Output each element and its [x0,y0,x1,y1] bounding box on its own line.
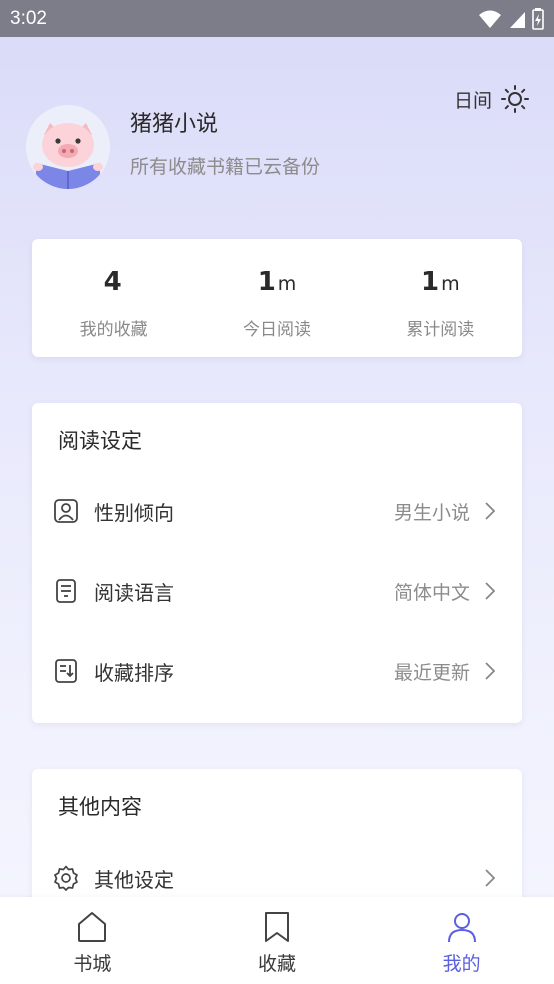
reading-settings-card: 阅读设定 性别倾向 男生小说 阅读语言 简体中文 收藏排序 最近更新 [32,403,522,723]
tab-label: 我的 [442,953,481,975]
pig-avatar-icon [26,105,110,189]
setting-sort[interactable]: 收藏排序 最近更新 [32,641,522,701]
setting-label: 性别倾向 [94,500,174,525]
setting-label: 其他设定 [94,867,174,892]
chevron-right-icon [484,581,498,601]
stat-favorites[interactable]: 4 我的收藏 [32,239,195,357]
sort-icon [52,657,80,685]
avatar[interactable] [26,105,110,189]
stat-total-reading[interactable]: 1m 累计阅读 [359,239,522,357]
tab-favorites[interactable]: 收藏 [185,897,370,984]
gear-icon [52,864,80,892]
user-icon [444,909,480,945]
tab-mine[interactable]: 我的 [369,897,554,984]
day-mode-toggle[interactable]: 日间 [454,84,530,114]
stat-label: 我的收藏 [79,320,148,340]
language-icon [52,577,80,605]
status-icons [478,7,544,30]
stat-value: 4 [103,267,122,297]
chevron-right-icon [484,501,498,521]
status-bar: 3:02 [0,0,554,37]
setting-language[interactable]: 阅读语言 简体中文 [32,561,522,621]
tab-bookstore[interactable]: 书城 [0,897,185,984]
bookmark-icon [259,909,295,945]
chevron-right-icon [484,868,498,888]
tab-label: 收藏 [258,953,297,975]
setting-value: 最近更新 [393,661,470,684]
home-icon [74,909,110,945]
section-title: 其他内容 [58,795,142,819]
wifi-icon [479,10,501,28]
setting-label: 阅读语言 [94,580,174,605]
profile-subtitle: 所有收藏书籍已云备份 [130,156,321,178]
gender-icon [52,497,80,525]
profile-name: 猪猪小说 [130,112,219,137]
battery-icon [532,7,544,30]
chevron-right-icon [484,661,498,681]
bottom-tab-bar: 书城 收藏 我的 [0,897,554,984]
stat-today-reading[interactable]: 1m 今日阅读 [195,239,358,357]
stat-value: 1m [257,267,297,297]
stats-card: 4 我的收藏 1m 今日阅读 1m 累计阅读 [32,239,522,357]
stat-value: 1m [421,267,460,297]
stat-label: 今日阅读 [242,320,311,340]
day-mode-label: 日间 [453,89,492,112]
setting-gender[interactable]: 性别倾向 男生小说 [32,481,522,541]
section-title: 阅读设定 [58,429,142,453]
sun-icon [501,85,529,113]
stat-label: 累计阅读 [406,320,475,340]
setting-value: 简体中文 [393,581,470,604]
setting-value: 男生小说 [393,501,470,524]
tab-label: 书城 [73,953,112,975]
status-time: 3:02 [10,7,47,29]
setting-label: 收藏排序 [94,660,174,685]
signal-icon [510,11,525,28]
